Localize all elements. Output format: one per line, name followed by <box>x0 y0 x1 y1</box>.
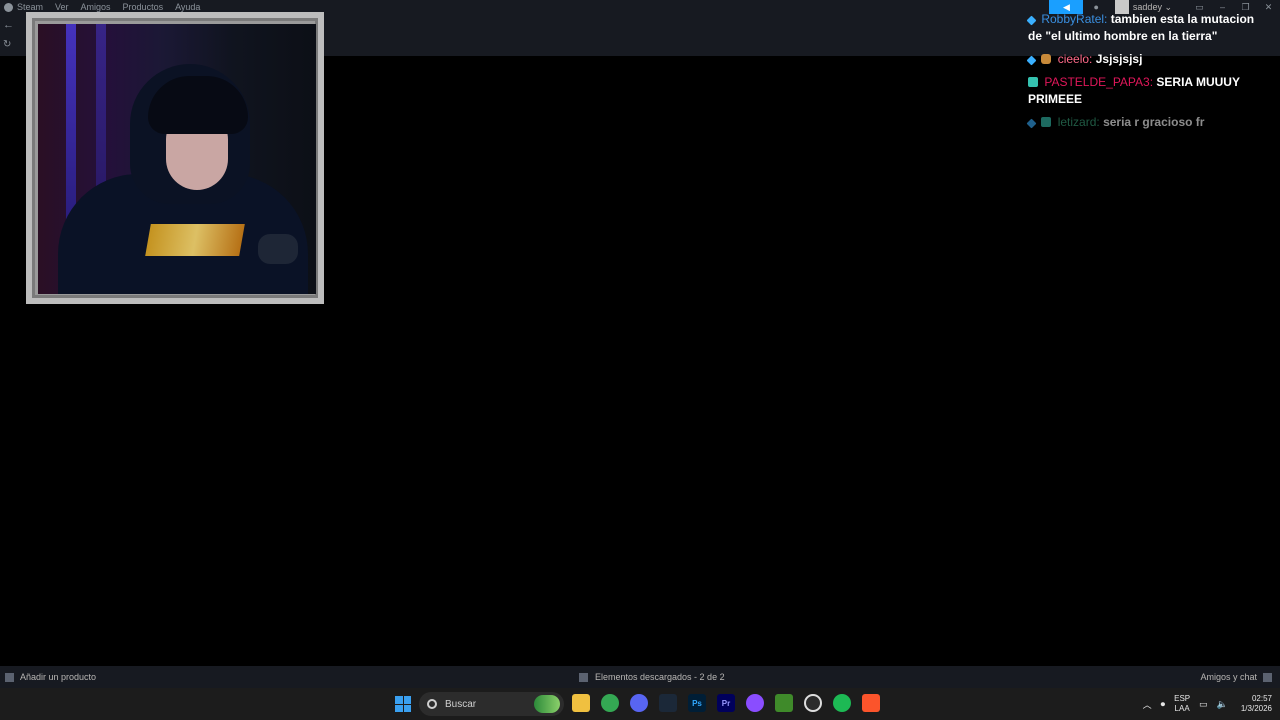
led-light <box>66 24 76 224</box>
obs-icon[interactable] <box>804 694 822 712</box>
input-language[interactable]: ESP LAA <box>1174 694 1190 714</box>
volume-icon[interactable]: 🔈 <box>1217 699 1228 710</box>
discord-icon[interactable] <box>630 694 648 712</box>
spotify-icon[interactable] <box>833 694 851 712</box>
taskbar-apps: Ps Pr <box>572 694 880 712</box>
downloads-label: Elementos descargados - 2 de 2 <box>595 672 725 682</box>
streamer-hair <box>148 76 248 134</box>
moderator-badge-icon <box>1026 118 1037 129</box>
search-highlight-icon <box>534 695 560 713</box>
chat-message: cieelo: Jsjsjsjsj <box>1026 51 1268 68</box>
search-icon <box>427 699 437 709</box>
plus-icon <box>5 672 14 682</box>
chat-message: RobbyRatel: tambien esta la mutacion de … <box>1026 11 1268 45</box>
add-product-label: Añadir un producto <box>20 672 97 682</box>
microphone <box>258 234 298 264</box>
taskbar-search[interactable]: Buscar <box>419 692 564 716</box>
chat-message: PASTELDE_PAPA3: SERIA MUUUY PRIMEEE <box>1028 74 1268 108</box>
subscriber-badge-icon <box>1041 117 1052 127</box>
chevron-up-icon[interactable]: ︿ <box>1143 698 1152 711</box>
microphone-icon[interactable]: ⏺ <box>1161 699 1166 710</box>
file-explorer-icon[interactable] <box>572 694 590 712</box>
chrome-icon[interactable] <box>601 694 619 712</box>
purple-app-icon[interactable] <box>746 694 764 712</box>
brave-icon[interactable] <box>862 694 880 712</box>
shirt-logo <box>145 224 245 256</box>
clock-date: 1/3/2026 <box>1240 704 1272 713</box>
friends-label: Amigos y chat <box>1200 672 1257 682</box>
webcam-video <box>38 24 316 294</box>
money-bag-badge-icon <box>1041 54 1052 64</box>
chat-username: RobbyRatel: <box>1041 12 1108 26</box>
screen: Steam Ver Amigos Productos Ayuda ← ↻ ◀ ●… <box>0 0 1280 720</box>
chat-overlay: RobbyRatel: tambien esta la mutacion de … <box>1026 12 1268 137</box>
friends-icon <box>1263 672 1272 682</box>
windows-start-icon[interactable] <box>395 696 411 712</box>
network-icon[interactable]: ▭ <box>1199 699 1208 710</box>
windows-taskbar: Buscar Ps Pr ︿ ⏺ ESP LAA ▭ 🔈 02:57 1/3/2… <box>0 688 1280 720</box>
add-product-button[interactable]: Añadir un producto <box>5 666 96 688</box>
back-arrow-icon[interactable]: ← <box>3 19 15 31</box>
subscriber-badge-icon <box>1028 77 1038 87</box>
chat-text: Jsjsjsjsj <box>1095 52 1143 66</box>
chat-username: letizard: <box>1057 115 1100 129</box>
clock-time: 02:57 <box>1251 694 1272 703</box>
friends-chat-button[interactable]: Amigos y chat <box>1200 666 1272 688</box>
download-icon <box>579 672 588 682</box>
language-label: ESP <box>1174 694 1191 703</box>
chat-message: letizard: seria r gracioso fr <box>1026 114 1268 131</box>
steam-statusbar: Añadir un producto Elementos descargados… <box>0 666 1280 688</box>
system-tray: ︿ ⏺ ESP LAA ▭ 🔈 02:57 1/3/2026 <box>1143 688 1272 720</box>
refresh-icon[interactable]: ↻ <box>3 39 15 51</box>
search-placeholder: Buscar <box>445 698 477 710</box>
layout-label: LAA <box>1174 704 1190 713</box>
moderator-badge-icon <box>1026 55 1037 66</box>
photoshop-icon[interactable]: Ps <box>688 694 706 712</box>
downloads-status[interactable]: Elementos descargados - 2 de 2 <box>579 666 725 688</box>
chat-text: seria r gracioso fr <box>1103 115 1205 129</box>
webcam-overlay <box>26 12 324 304</box>
chat-username: PASTELDE_PAPA3: <box>1044 75 1154 89</box>
clock[interactable]: 02:57 1/3/2026 <box>1241 694 1272 714</box>
moderator-badge-icon <box>1026 15 1037 26</box>
steam-icon[interactable] <box>659 694 677 712</box>
minecraft-icon[interactable] <box>775 694 793 712</box>
chat-username: cieelo: <box>1057 52 1093 66</box>
premiere-icon[interactable]: Pr <box>717 694 735 712</box>
